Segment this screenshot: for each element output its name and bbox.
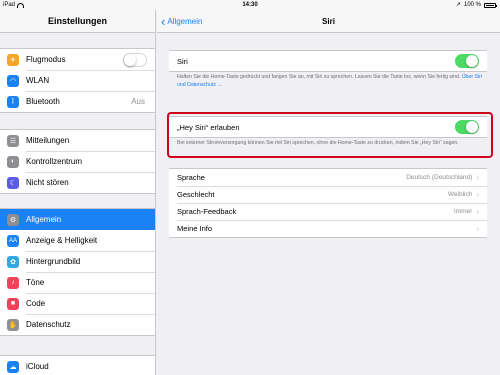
siri-group: Siri	[169, 50, 487, 72]
sidebar-item-nicht-stoeren[interactable]: ☾ Nicht stören	[0, 172, 155, 193]
sidebar-item-label: Anzeige & Helligkeit	[26, 236, 98, 245]
bluetooth-status: Aus	[131, 97, 145, 106]
siri-label: Siri	[177, 56, 188, 66]
sidebar-item-icloud[interactable]: ☁ iCloud	[0, 356, 155, 375]
option-meine-info[interactable]: Meine Info ›	[169, 220, 487, 237]
speaker-icon: ♪	[7, 276, 19, 289]
siri-footer: Halten Sie die Home-Taste gedrückt und f…	[177, 74, 482, 89]
chevron-right-icon: ›	[476, 173, 479, 182]
siri-toggle[interactable]	[455, 54, 479, 68]
sidebar-item-hintergrundbild[interactable]: ✿ Hintergrundbild	[0, 251, 155, 272]
hey-siri-toggle[interactable]	[455, 120, 479, 134]
arrow-icon: ➚	[455, 2, 461, 8]
battery-icon	[484, 2, 497, 8]
status-bar: iPad 14:30 ➚ 100 %	[0, 0, 500, 10]
hey-siri-footer: Bei externer Stromversorgung können Sie …	[177, 140, 459, 146]
sidebar-title: Einstellungen	[0, 10, 155, 33]
option-label: Meine Info	[177, 224, 213, 233]
sidebar-item-anzeige[interactable]: AA Anzeige & Helligkeit	[0, 230, 155, 251]
moon-icon: ☾	[7, 176, 19, 189]
siri-footer-text: Halten Sie die Home-Taste gedrückt und f…	[177, 74, 461, 80]
sidebar-item-flugmodus[interactable]: ✈ Flugmodus	[0, 49, 155, 70]
hey-siri-label: „Hey Siri“ erlauben	[177, 122, 240, 132]
sidebar-group-notifications: ☰ Mitteilungen ◐ Kontrollzentrum ☾ Nicht…	[0, 129, 155, 194]
chevron-right-icon: ›	[476, 207, 479, 216]
display-icon: AA	[7, 234, 19, 247]
wallpaper-icon: ✿	[7, 255, 19, 268]
sidebar-item-label: Nicht stören	[26, 178, 69, 187]
sidebar-item-code[interactable]: ■ Code	[0, 293, 155, 314]
sidebar-item-label: Bluetooth	[26, 97, 60, 106]
chevron-right-icon: ›	[476, 224, 479, 233]
settings-sidebar: Einstellungen ✈ Flugmodus ◠ WLAN ᛒ Bluet…	[0, 10, 156, 375]
status-right: ➚ 100 %	[455, 0, 497, 10]
sidebar-item-mitteilungen[interactable]: ☰ Mitteilungen	[0, 130, 155, 151]
option-label: Sprach-Feedback	[177, 207, 237, 216]
sidebar-item-label: Kontrollzentrum	[26, 157, 83, 166]
sidebar-item-datenschutz[interactable]: ✋ Datenschutz	[0, 314, 155, 335]
lock-icon: ■	[7, 297, 19, 310]
option-label: Geschlecht	[177, 190, 215, 199]
nav-bar: ‹ Allgemein Siri	[157, 10, 500, 33]
hand-icon: ✋	[7, 318, 19, 331]
siri-row: Siri	[169, 51, 487, 71]
siri-detail-pane: ‹ Allgemein Siri Siri Halten Sie die Hom…	[157, 10, 500, 375]
bluetooth-icon: ᛒ	[7, 95, 19, 108]
battery-percent: 100 %	[463, 2, 481, 8]
sidebar-item-toene[interactable]: ♪ Töne	[0, 272, 155, 293]
sidebar-item-label: Töne	[26, 278, 45, 287]
airplane-mode-toggle[interactable]	[123, 52, 147, 67]
wifi-icon: ◠	[7, 74, 19, 87]
sidebar-group-accounts: ☁ iCloud	[0, 355, 155, 375]
sidebar-item-allgemein[interactable]: ⚙ Allgemein	[0, 209, 155, 230]
sidebar-item-label: Datenschutz	[26, 320, 71, 329]
option-sprach-feedback[interactable]: Sprach-Feedback Immer ›	[169, 203, 487, 220]
option-value: Weiblich	[447, 191, 473, 198]
sidebar-group-general: ⚙ Allgemein AA Anzeige & Helligkeit ✿ Hi…	[0, 208, 155, 336]
siri-options-group: Sprache Deutsch (Deutschland) › Geschlec…	[169, 168, 487, 238]
sidebar-item-bluetooth[interactable]: ᛒ Bluetooth Aus	[0, 91, 155, 112]
sidebar-group-connectivity: ✈ Flugmodus ◠ WLAN ᛒ Bluetooth Aus	[0, 48, 155, 113]
hey-siri-group: „Hey Siri“ erlauben	[169, 116, 487, 138]
sidebar-item-label: iCloud	[26, 362, 49, 371]
sidebar-item-label: WLAN	[26, 76, 50, 85]
page-title: Siri	[322, 17, 335, 26]
sidebar-item-label: Mitteilungen	[26, 136, 70, 145]
option-geschlecht[interactable]: Geschlecht Weiblich ›	[169, 186, 487, 203]
option-label: Sprache	[177, 173, 205, 182]
airplane-icon: ✈	[7, 53, 19, 66]
notifications-icon: ☰	[7, 134, 19, 147]
sidebar-item-wlan[interactable]: ◠ WLAN	[0, 70, 155, 91]
sidebar-item-label: Allgemein	[26, 215, 62, 224]
option-value: Deutsch (Deutschland)	[406, 174, 473, 181]
control-center-icon: ◐	[7, 155, 19, 168]
sidebar-item-label: Hintergrundbild	[26, 257, 81, 266]
chevron-right-icon: ›	[476, 190, 479, 199]
option-sprache[interactable]: Sprache Deutsch (Deutschland) ›	[169, 169, 487, 186]
sidebar-item-kontrollzentrum[interactable]: ◐ Kontrollzentrum	[0, 151, 155, 172]
sidebar-item-label: Code	[26, 299, 46, 308]
status-time: 14:30	[242, 2, 258, 8]
cloud-icon: ☁	[7, 360, 19, 373]
option-value: Immer	[453, 208, 473, 215]
gear-icon: ⚙	[7, 213, 19, 226]
hey-siri-row: „Hey Siri“ erlauben	[169, 117, 487, 137]
sidebar-item-label: Flugmodus	[26, 55, 66, 64]
